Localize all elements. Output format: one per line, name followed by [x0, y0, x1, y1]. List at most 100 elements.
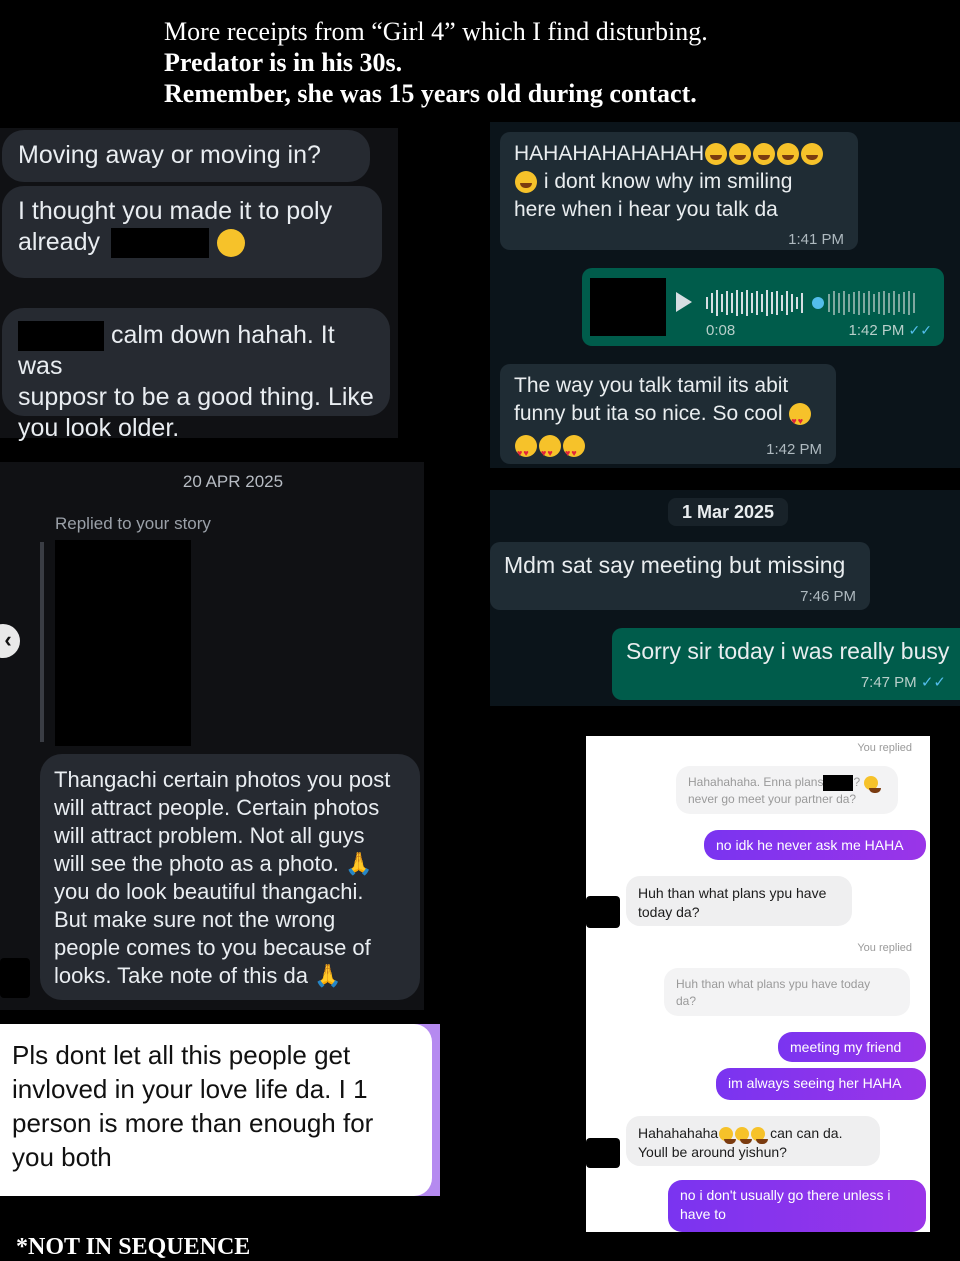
- laugh-emoji-icon: [753, 143, 776, 166]
- message-text: The way you talk tamil its abit: [514, 374, 789, 397]
- message-bubble: im always seeing her HAHA: [716, 1068, 926, 1100]
- message-time: 7:46 PM: [800, 588, 856, 605]
- avatar: [586, 1138, 620, 1168]
- message-text: already: [18, 228, 100, 256]
- heart-eyes-emoji-icon: [515, 435, 537, 467]
- message-text: funny but ita so nice. So cool: [514, 402, 783, 425]
- message-text: But make sure not the wrong: [54, 907, 336, 932]
- whatsapp-top-screenshot: HAHAHAHAHAHAH i dont know why im smiling…: [490, 122, 960, 468]
- message-text: supposr to be a good thing. Like: [18, 383, 374, 412]
- message-text: will see the photo as a photo.: [54, 851, 339, 876]
- message-text: Mdm sat say meeting but missing: [504, 552, 846, 578]
- voice-message[interactable]: 0:08 1:42 PM ✓✓: [582, 268, 944, 346]
- post-caption: More receipts from “Girl 4” which I find…: [164, 16, 944, 109]
- heart-eyes-emoji-icon: [563, 435, 585, 467]
- time-text: 7:47 PM: [860, 674, 917, 691]
- message-bubble: I thought you made it to poly already: [2, 186, 382, 278]
- laugh-emoji-icon: [801, 143, 824, 166]
- message-bubble: no i don't usually go there unless i hav…: [668, 1180, 926, 1232]
- message-bubble: calm down hahah. It was supposr to be a …: [2, 308, 390, 442]
- message-bubble: Sorry sir today i was really busy 7:47 P…: [612, 628, 960, 700]
- voice-time: 1:42 PM ✓✓: [848, 322, 932, 339]
- message-text: Pls dont let all this people get: [12, 1040, 351, 1070]
- avatar: [0, 958, 30, 998]
- message-text: today da?: [638, 904, 700, 920]
- date-label: 1 Mar 2025: [681, 502, 775, 522]
- message-text: you both: [12, 1142, 112, 1172]
- caption-line-2: Predator is in his 30s.: [164, 48, 403, 77]
- quoted-text: Huh than what plans ypu have today: [676, 977, 871, 991]
- redacted-name: [823, 774, 854, 791]
- message-text: people comes to you because of: [54, 935, 371, 960]
- message-text: no idk he never ask me HAHA: [716, 837, 904, 853]
- you-replied-label: You replied: [857, 742, 912, 754]
- laugh-emoji-icon: [751, 1127, 769, 1145]
- quoted-text: never go meet your partner da?: [688, 792, 857, 806]
- message-text: here when i hear you talk da: [514, 198, 778, 221]
- redacted-name: [18, 321, 104, 352]
- message-time: 1:41 PM: [788, 231, 844, 248]
- message-text: will attract problem. Not all guys: [54, 823, 365, 848]
- message-time: 1:42 PM: [766, 441, 822, 458]
- message-bubble: Huh than what plans ypu have today da?: [626, 876, 852, 926]
- message-text: you do look beautiful thangachi.: [54, 879, 364, 904]
- waveform-icon: [706, 290, 915, 316]
- replied-label: Replied to your story: [55, 514, 211, 533]
- message-time: 1:42 PM: [848, 322, 905, 339]
- heart-eyes-emoji-icon: [539, 435, 561, 467]
- laugh-emoji-icon: [735, 1127, 753, 1145]
- laugh-emoji-icon: [719, 1127, 737, 1145]
- message-bubble: The way you talk tamil its abit funny bu…: [500, 364, 836, 467]
- blush-emoji-icon: [216, 229, 245, 258]
- message-text: Huh than what plans ypu have: [638, 885, 827, 901]
- heart-eyes-emoji-icon: [789, 403, 812, 435]
- footer-note: *NOT IN SEQUENCE: [16, 1234, 251, 1260]
- message-text: you look older.: [18, 414, 180, 443]
- message-text: Thangachi certain photos you post: [54, 767, 391, 792]
- message-text: person is more than enough for: [12, 1108, 374, 1138]
- message-bubble: Pls dont let all this people get invlove…: [0, 1024, 432, 1196]
- voice-duration: 0:08: [706, 322, 736, 339]
- message-text: can can da.: [770, 1125, 843, 1141]
- date-separator: 20 APR 2025: [182, 472, 284, 491]
- laugh-emoji-icon: [864, 775, 882, 793]
- message-text: Youll be around yishun?: [638, 1144, 787, 1160]
- laugh-emoji-icon: [515, 171, 537, 194]
- message-text: invloved in your love life da. I 1: [12, 1074, 368, 1104]
- quoted-text: Hahahahaha. Enna plans: [688, 775, 824, 789]
- message-text: will attract people. Certain photos: [54, 795, 380, 820]
- story-reply-bar: [40, 542, 44, 742]
- laugh-emoji-icon: [777, 143, 800, 166]
- chevron-left-icon: ‹: [4, 627, 12, 652]
- message-bubble: meeting my friend: [778, 1032, 926, 1062]
- quoted-message: Hahahahaha. Enna plans? never go meet yo…: [676, 766, 898, 814]
- double-check-icon: ✓✓: [908, 322, 932, 338]
- message-text: looks. Take note of this da: [54, 963, 308, 988]
- you-replied-label: You replied: [857, 942, 912, 954]
- whatsapp-mid-screenshot: 1 Mar 2025 Mdm sat say meeting but missi…: [490, 490, 960, 706]
- quoted-message: Huh than what plans ypu have today da?: [664, 968, 910, 1016]
- avatar: [586, 896, 620, 928]
- play-icon[interactable]: [676, 292, 692, 312]
- laugh-emoji-icon: [729, 143, 752, 166]
- message-text: meeting my friend: [790, 1039, 902, 1055]
- caption-line-1: More receipts from “Girl 4” which I find…: [164, 17, 708, 46]
- message-text: I thought you made it to poly: [18, 197, 333, 225]
- message-bubble: Moving away or moving in?: [2, 130, 370, 182]
- message-text: im always seeing her HAHA: [728, 1075, 902, 1091]
- left-mid-screenshot: 20 APR 2025 Replied to your story Thanga…: [0, 462, 424, 1010]
- message-text: Hahahahaha: [638, 1125, 719, 1141]
- message-bubble: Mdm sat say meeting but missing 7:46 PM: [490, 542, 870, 610]
- caption-line-3: Remember, she was 15 years old during co…: [164, 79, 697, 108]
- instagram-screenshot: You replied Hahahahaha. Enna plans? neve…: [586, 736, 930, 1232]
- message-time: 7:47 PM ✓✓: [626, 668, 946, 698]
- message-text: no i don't usually go there unless i: [680, 1187, 891, 1203]
- date-separator: 1 Mar 2025: [668, 498, 788, 526]
- message-text: Sorry sir today i was really busy: [626, 638, 950, 664]
- left-top-screenshot: Moving away or moving in? I thought you …: [0, 128, 398, 442]
- double-check-icon: ✓✓: [920, 674, 946, 691]
- message-bubble: HAHAHAHAHAHAH i dont know why im smiling…: [500, 132, 858, 250]
- message-bubble: Hahahahaha can can da. Youll be around y…: [626, 1116, 880, 1166]
- laugh-emoji-icon: [705, 143, 728, 166]
- left-bottom-screenshot: Pls dont let all this people get invlove…: [0, 1024, 440, 1196]
